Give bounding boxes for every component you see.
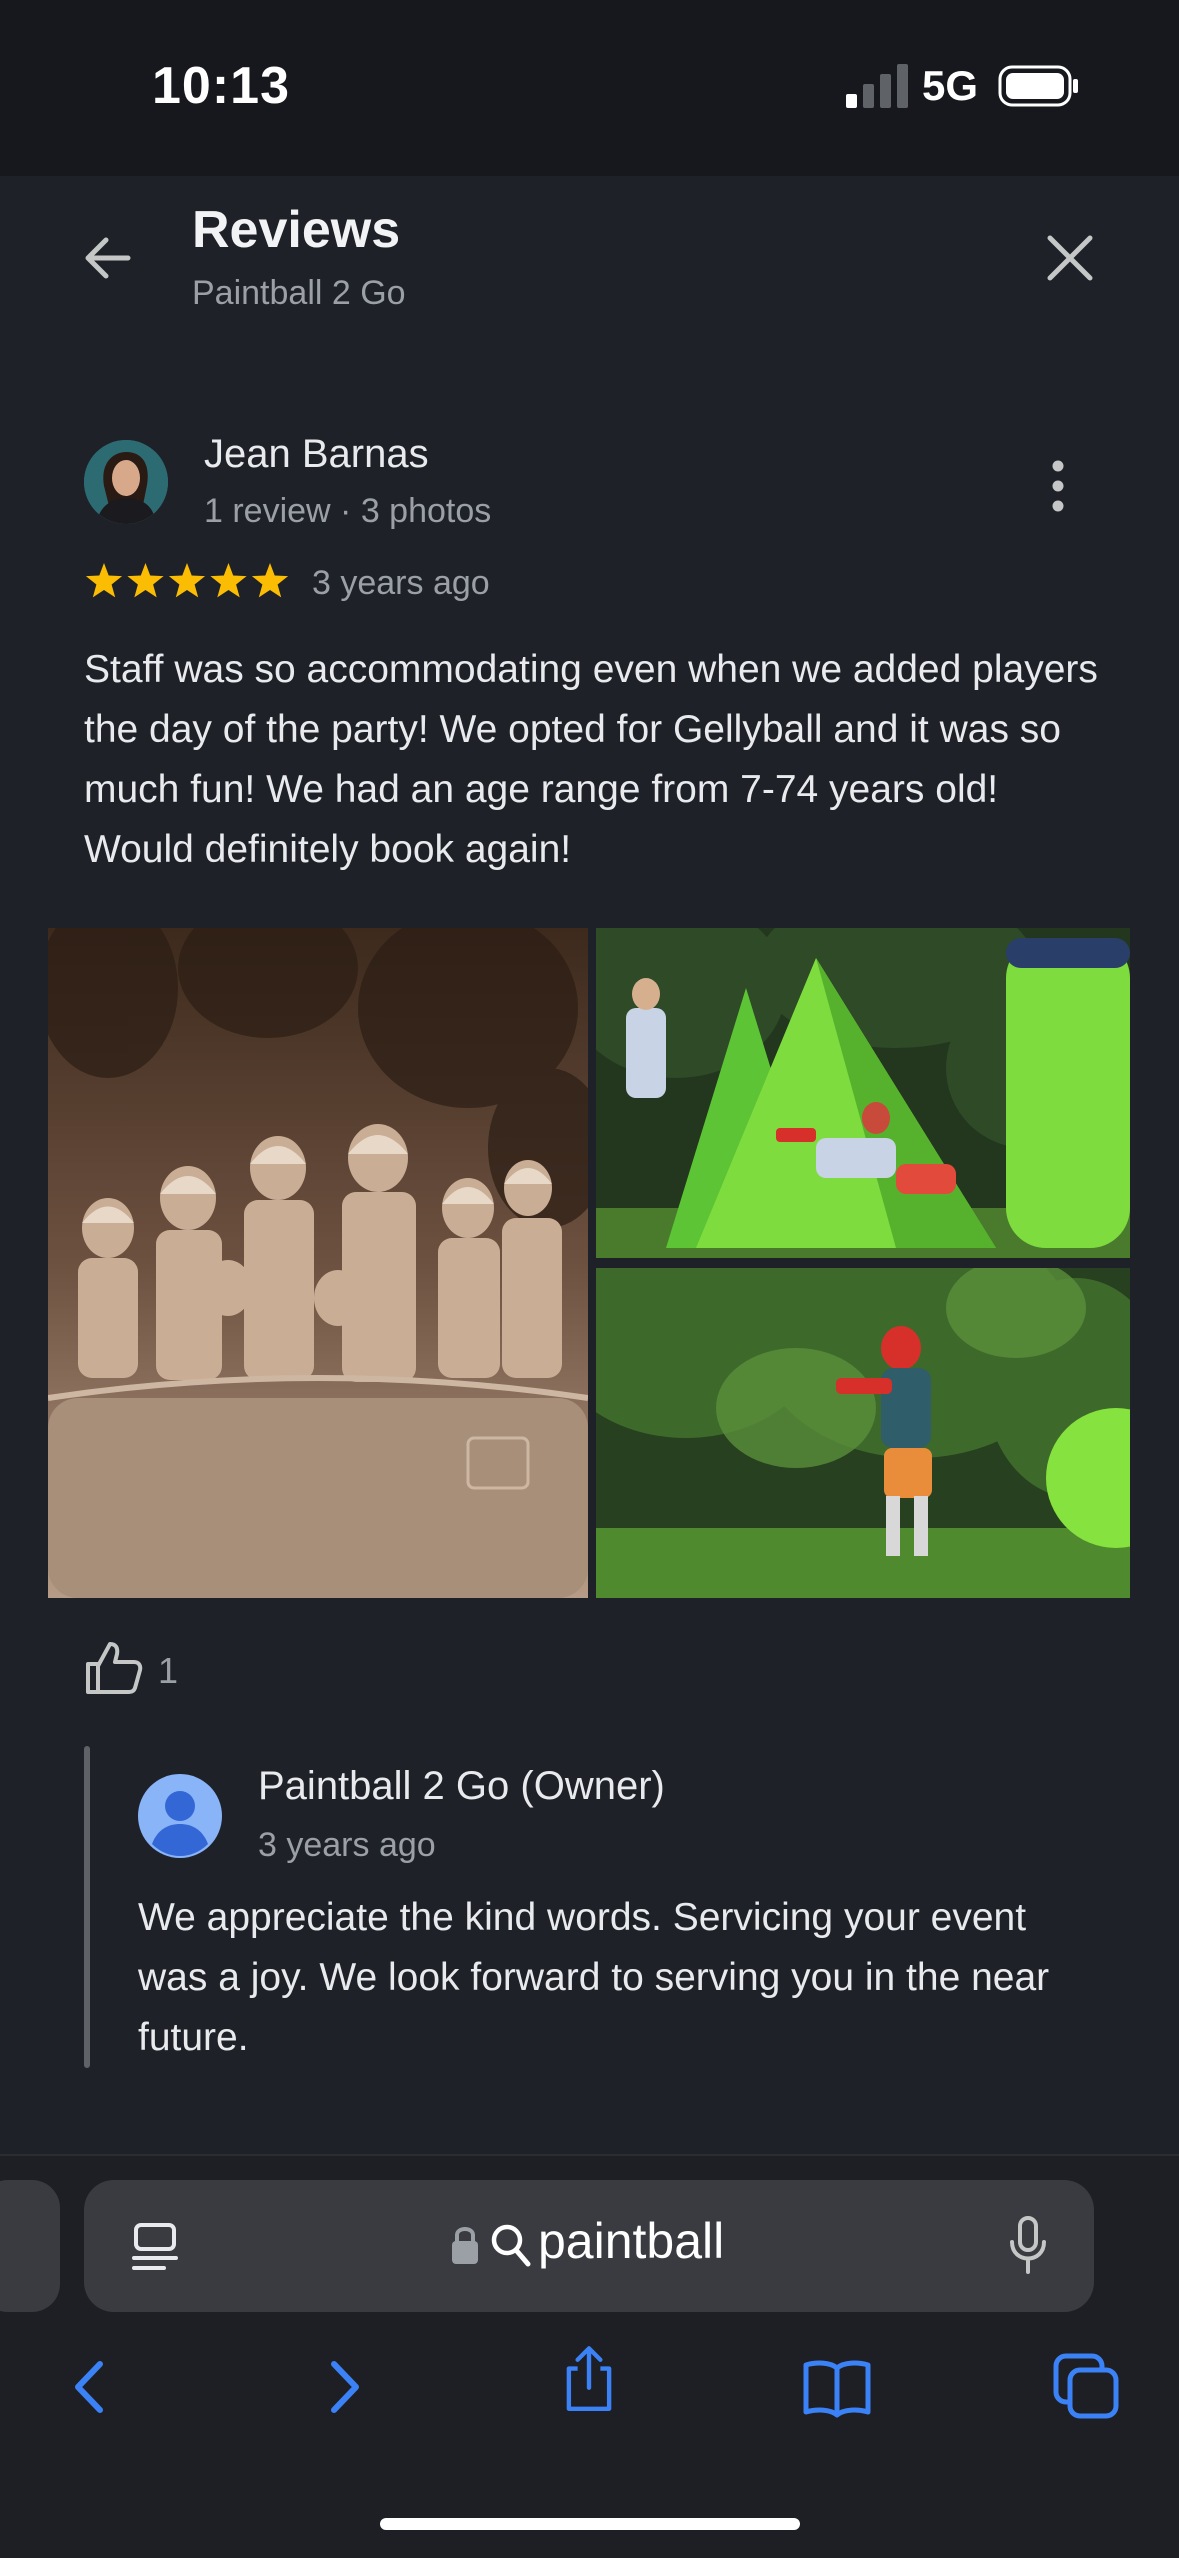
page-subtitle: Paintball 2 Go: [192, 274, 406, 312]
thumbs-up-icon[interactable]: [84, 1640, 144, 1696]
page-menu-icon[interactable]: [130, 2222, 180, 2272]
home-indicator[interactable]: [380, 2518, 800, 2530]
star-icon: [168, 563, 206, 598]
signal-icon: [846, 64, 908, 108]
review-photo-player[interactable]: [596, 1268, 1130, 1598]
tabs-icon[interactable]: [1052, 2352, 1122, 2422]
owner-response-date: 3 years ago: [258, 1826, 436, 1864]
battery-icon: [998, 65, 1078, 107]
lock-icon: [452, 2227, 478, 2264]
network-label: 5G: [922, 62, 979, 109]
owner-name: Paintball 2 Go (Owner): [258, 1764, 665, 1808]
share-icon[interactable]: [554, 2344, 624, 2414]
close-icon[interactable]: [1040, 228, 1100, 288]
reviewer-avatar[interactable]: [84, 440, 168, 524]
star-rating: [85, 563, 289, 598]
reply-divider: [84, 1746, 90, 2068]
address-bar-text[interactable]: paintball: [538, 2212, 724, 2270]
more-options-icon[interactable]: [1036, 456, 1080, 516]
status-time: 10:13: [152, 57, 290, 115]
bookmarks-icon[interactable]: [802, 2352, 872, 2422]
review-text: Staff was so accommodating even when we …: [84, 648, 1098, 871]
reviewer-name[interactable]: Jean Barnas: [204, 432, 429, 477]
browser-back-icon[interactable]: [56, 2352, 126, 2422]
review-date: 3 years ago: [312, 564, 490, 602]
previous-tab-peek[interactable]: [0, 2180, 60, 2312]
browser-forward-icon[interactable]: [308, 2352, 378, 2422]
page-title: Reviews: [192, 201, 401, 259]
star-icon: [251, 563, 289, 598]
star-icon: [127, 563, 164, 598]
back-arrow-icon[interactable]: [76, 226, 140, 290]
review-photo-bunkers[interactable]: [596, 928, 1130, 1258]
owner-response-text: We appreciate the kind words. Servicing …: [138, 1896, 1050, 2059]
reviewer-meta: 1 review · 3 photos: [204, 492, 492, 530]
microphone-icon[interactable]: [1008, 2216, 1048, 2274]
like-count: 1: [158, 1650, 179, 1691]
star-icon: [210, 563, 247, 598]
owner-avatar-icon: [138, 1774, 222, 1858]
star-icon: [85, 563, 123, 598]
review-photo-group[interactable]: [48, 928, 588, 1598]
search-icon: [491, 2224, 531, 2267]
